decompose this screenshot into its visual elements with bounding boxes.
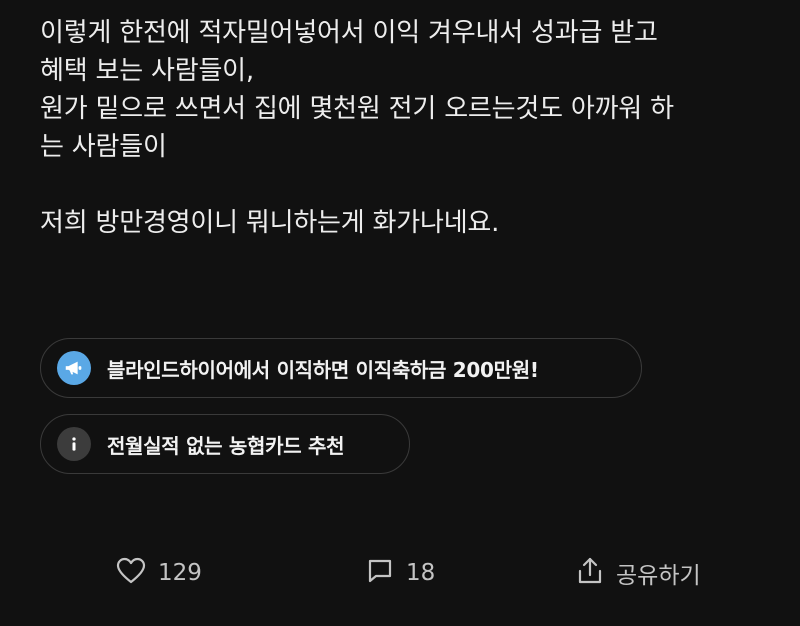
comment-count: 18: [406, 560, 436, 586]
share-label: 공유하기: [616, 563, 701, 589]
post-paragraph-2: 저희 방만경영이니 뭐니하는게 화가나네요.: [40, 204, 770, 242]
heart-icon: [116, 557, 146, 589]
megaphone-icon: [57, 351, 91, 385]
comment-icon: [366, 557, 394, 589]
card-recommend-label: 전월실적 없는 농협카드 추천: [107, 433, 345, 458]
post-line: 혜택 보는 사람들이,: [40, 56, 254, 86]
hire-ad-chip[interactable]: 블라인드하이어에서 이직하면 이직축하금 200만원!: [40, 338, 642, 398]
post-paragraph-1: 이렇게 한전에 적자밀어넣어서 이익 겨우내서 성과급 받고 혜택 보는 사람들…: [40, 14, 770, 166]
post-line: 원가 밑으로 쓰면서 집에 몇천원 전기 오르는것도 아까워 하: [40, 94, 674, 124]
post-body: 이렇게 한전에 적자밀어넣어서 이익 겨우내서 성과급 받고 혜택 보는 사람들…: [40, 14, 770, 242]
post-action-bar: 129 18 공유하기: [0, 549, 800, 597]
hire-ad-label: 블라인드하이어에서 이직하면 이직축하금 200만원!: [107, 357, 539, 382]
share-button[interactable]: 공유하기: [576, 549, 701, 597]
post-line: 이렇게 한전에 적자밀어넣어서 이익 겨우내서 성과급 받고: [40, 18, 658, 48]
comment-button[interactable]: 18: [366, 549, 435, 597]
like-count: 129: [158, 560, 202, 586]
post-line: 는 사람들이: [40, 132, 167, 162]
card-recommend-chip[interactable]: 전월실적 없는 농협카드 추천: [40, 414, 410, 474]
post-line: 저희 방만경영이니 뭐니하는게 화가나네요.: [40, 208, 500, 238]
like-button[interactable]: 129: [116, 549, 202, 597]
share-icon: [576, 556, 604, 590]
info-icon: [57, 427, 91, 461]
